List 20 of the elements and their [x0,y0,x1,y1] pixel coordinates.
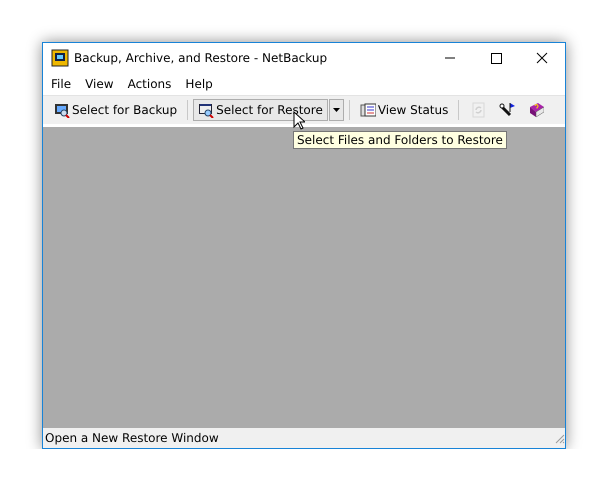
menu-item[interactable]: Actions [120,77,178,91]
menu-item[interactable]: Help [178,77,220,91]
window-title: Backup, Archive, and Restore - NetBackup [74,51,328,65]
caret-icon [332,108,340,112]
toolbar-button[interactable]: View Status [354,99,454,121]
resize-grip-icon[interactable] [553,432,565,444]
wrench-flag-icon [499,102,516,118]
menu-item[interactable]: File [44,77,78,91]
toolbar-button[interactable]: Select for Backup [49,99,182,121]
dropdown-button[interactable] [328,99,344,121]
window-magnifier-icon [198,102,214,118]
refresh-icon [470,102,486,118]
app-icon [51,49,69,67]
status-text: Open a New Restore Window [45,431,219,445]
monitor-magnifier-icon [54,102,70,118]
tooltip: Select Files and Folders to Restore [293,131,507,149]
toolbar-button[interactable]: Select for Restore [193,99,328,121]
menu-item[interactable]: View [78,77,121,91]
document-list-icon [360,102,376,118]
book-icon [528,102,544,118]
